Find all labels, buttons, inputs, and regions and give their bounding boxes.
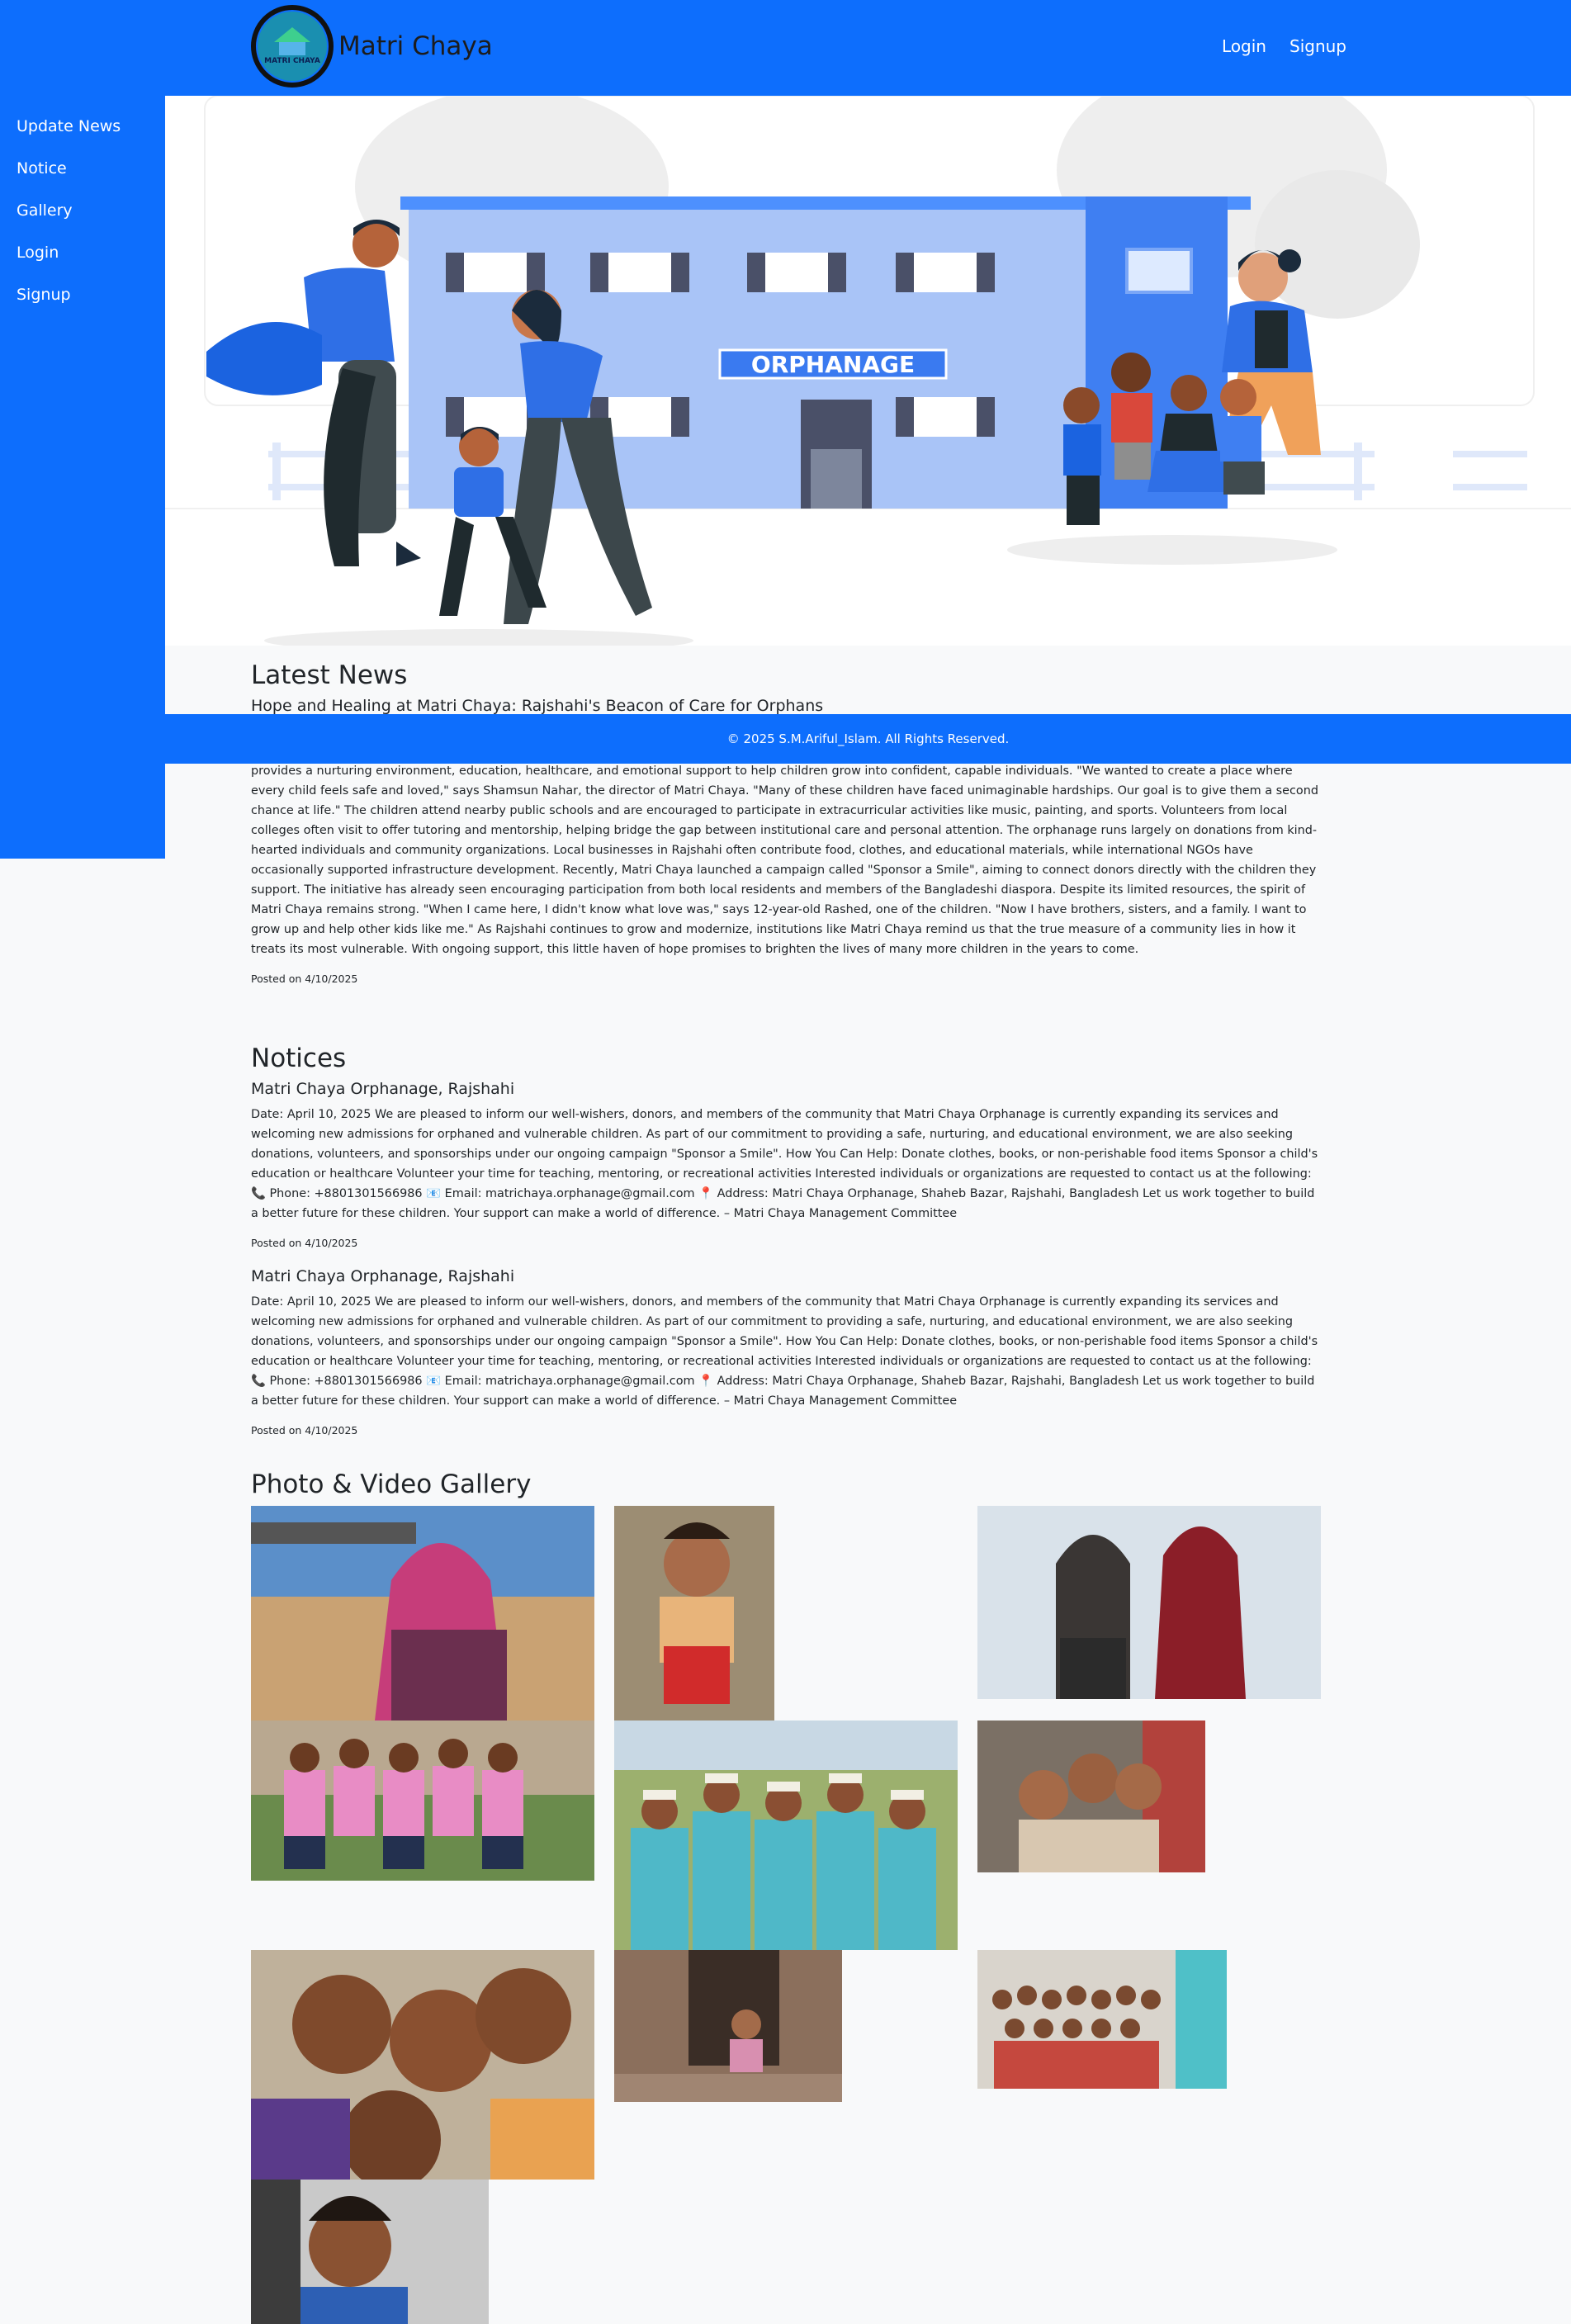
notices-heading: Notices	[251, 1044, 347, 1073]
brand-name: Matri Chaya	[338, 31, 493, 61]
sidebar-item-notice[interactable]: Notice	[0, 148, 165, 190]
gallery-photo[interactable]	[251, 2180, 489, 2324]
gallery-photo[interactable]	[251, 1950, 594, 2180]
notice-item: Matri Chaya Orphanage, Rajshahi Date: Ap…	[251, 1267, 1321, 1437]
notice-posted-date: Posted on 4/10/2025	[251, 1237, 358, 1249]
navbar-links: Login Signup	[1222, 36, 1346, 56]
news-title: Hope and Healing at Matri Chaya: Rajshah…	[251, 697, 824, 715]
notice-title: Matri Chaya Orphanage, Rajshahi	[251, 1267, 515, 1285]
notice-body: Date: April 10, 2025 We are pleased to i…	[251, 1295, 1318, 1408]
house-icon	[274, 27, 310, 42]
brand[interactable]: MATRI CHAYA Matri Chaya	[251, 5, 493, 88]
footer: © 2025 S.M.Ariful_Islam. All Rights Rese…	[165, 714, 1571, 764]
orphanage-sign: ORPHANAGE	[751, 351, 915, 378]
sidebar-item-login[interactable]: Login	[0, 232, 165, 274]
gallery-photo[interactable]	[614, 1506, 774, 1721]
sidebar: Update News Notice Gallery Login Signup	[0, 96, 165, 859]
gallery-section: Photo & Video Gallery	[251, 1470, 1321, 2324]
gallery-photo[interactable]	[614, 1721, 958, 1950]
footer-copyright: © 2025 S.M.Ariful_Islam. All Rights Rese…	[726, 731, 1010, 746]
gallery-photo[interactable]	[977, 1721, 1205, 1872]
notice-posted-date: Posted on 4/10/2025	[251, 1424, 358, 1437]
top-navbar: MATRI CHAYA Matri Chaya Login Signup	[0, 0, 1571, 96]
notice-item: Matri Chaya Orphanage, Rajshahi Date: Ap…	[251, 1080, 1321, 1249]
gallery-photo[interactable]	[977, 1506, 1321, 1699]
notice-title: Matri Chaya Orphanage, Rajshahi	[251, 1080, 515, 1098]
gallery-heading: Photo & Video Gallery	[251, 1470, 532, 1499]
notices-section: Notices Matri Chaya Orphanage, Rajshahi …	[251, 1044, 1321, 1437]
navbar-login-link[interactable]: Login	[1222, 36, 1266, 56]
notice-body: Date: April 10, 2025 We are pleased to i…	[251, 1108, 1318, 1220]
sidebar-item-update-news[interactable]: Update News	[0, 106, 165, 148]
gallery-photo[interactable]	[251, 1721, 594, 1881]
main-content: Latest News Hope and Healing at Matri Ch…	[251, 660, 1321, 1455]
logo: MATRI CHAYA	[251, 5, 334, 88]
sidebar-item-gallery[interactable]: Gallery	[0, 190, 165, 232]
sidebar-item-signup[interactable]: Signup	[0, 274, 165, 316]
gallery-photo[interactable]	[251, 1506, 594, 1721]
gallery-photo[interactable]	[977, 1950, 1227, 2089]
latest-news-heading: Latest News	[251, 660, 408, 690]
navbar-signup-link[interactable]: Signup	[1289, 36, 1346, 56]
news-posted-date: Posted on 4/10/2025	[251, 973, 358, 985]
hero-illustration: ORPHANAGE	[165, 96, 1571, 646]
logo-text: MATRI CHAYA	[264, 57, 320, 65]
gallery-photo[interactable]	[614, 1950, 842, 2102]
